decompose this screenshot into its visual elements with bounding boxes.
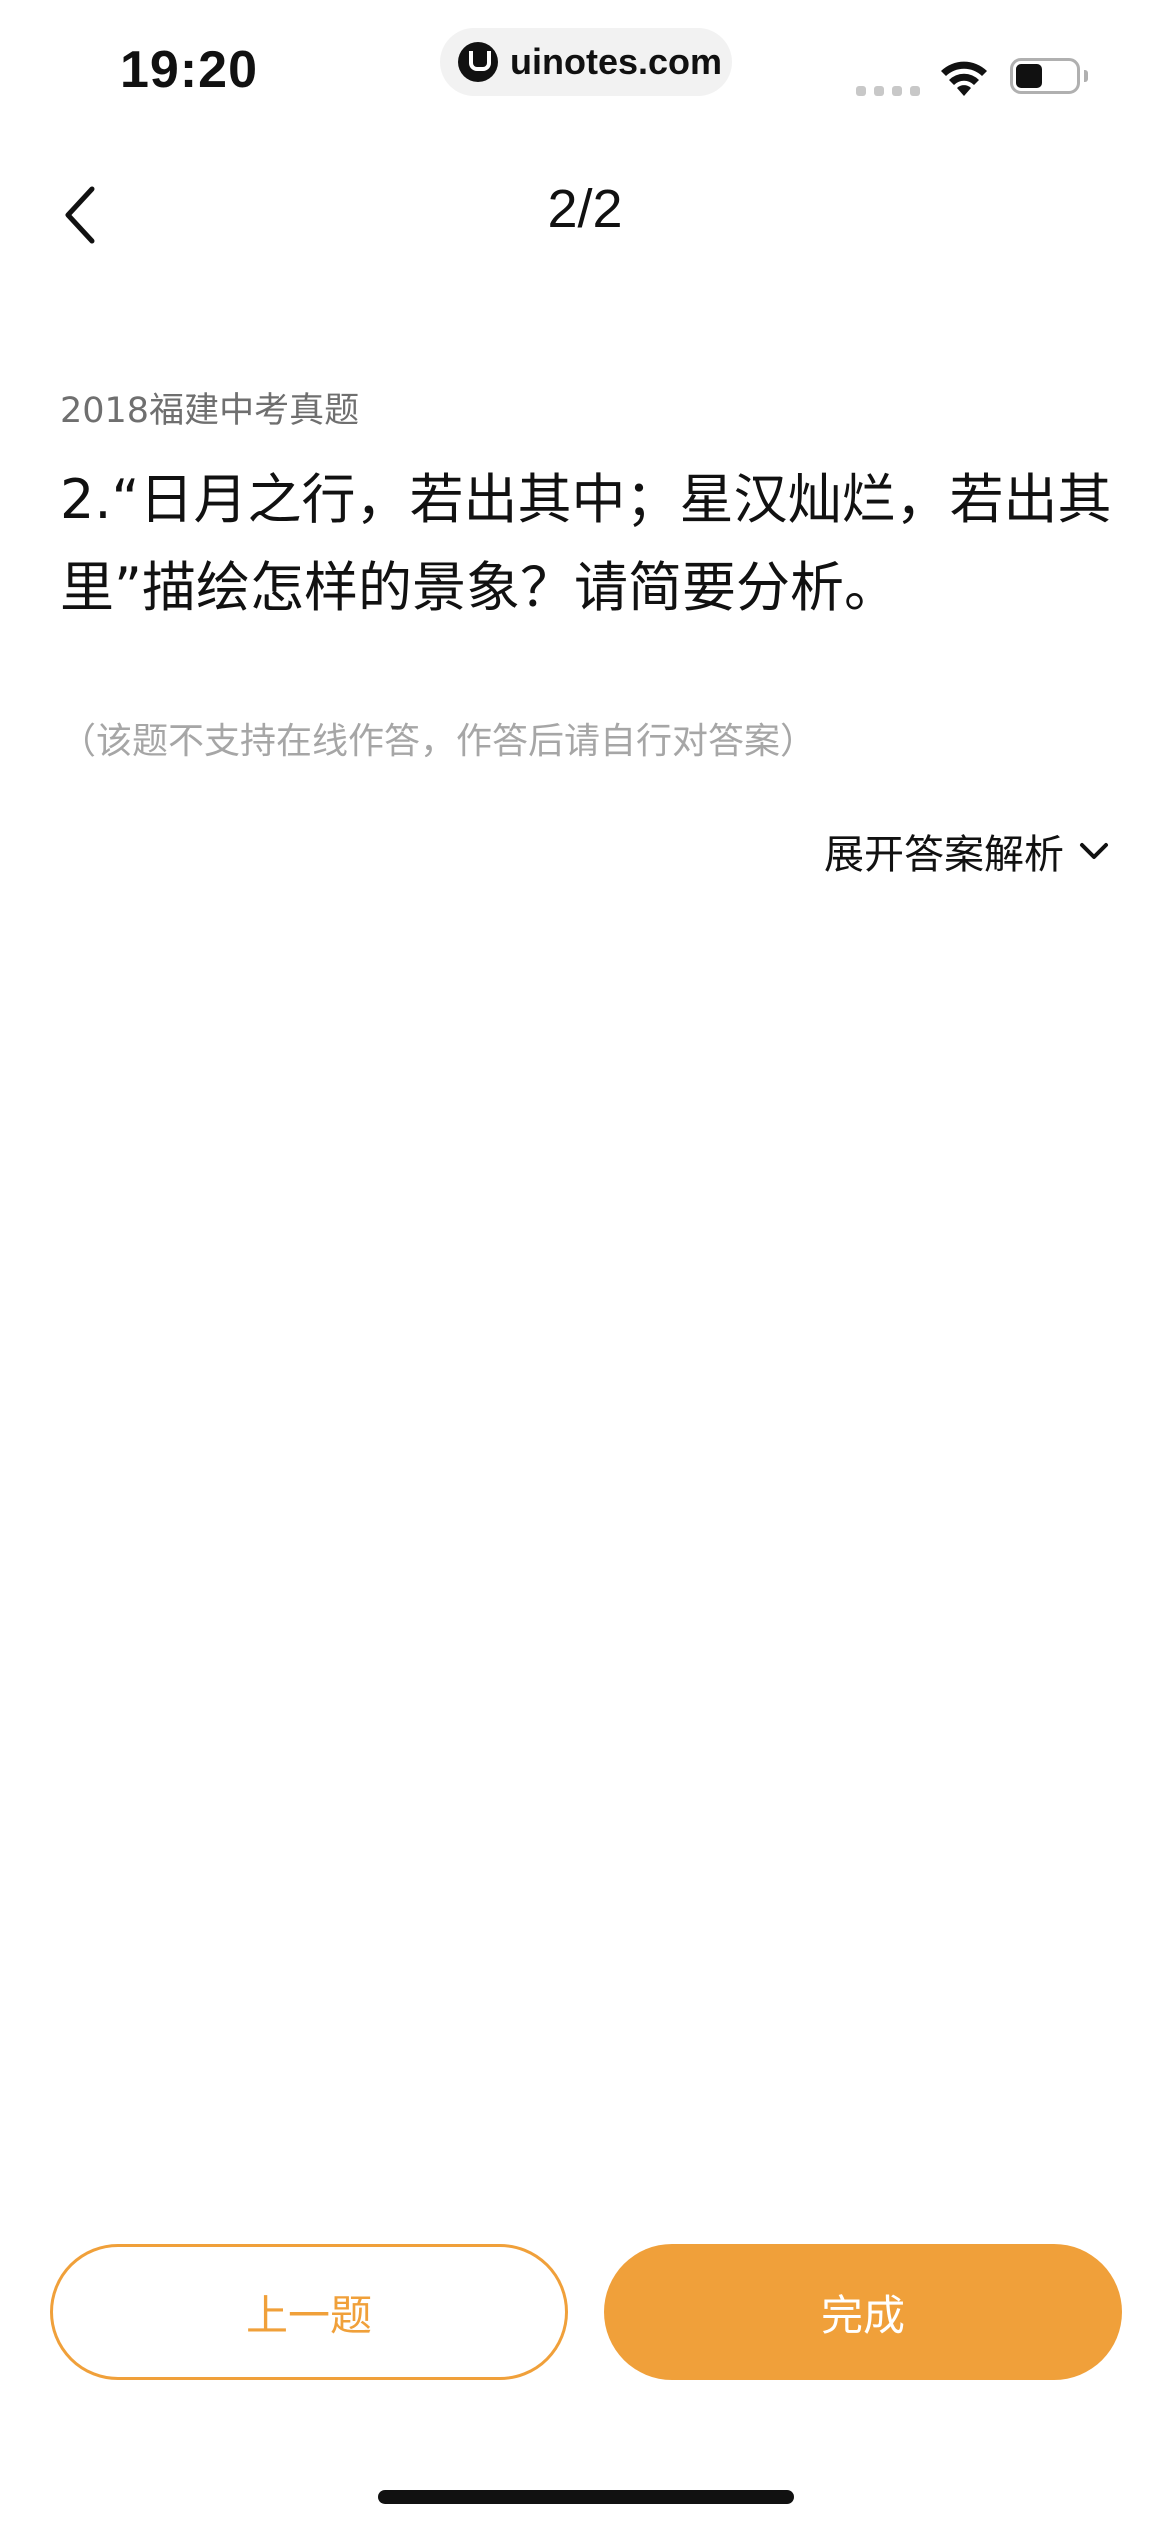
done-button[interactable]: 完成 bbox=[604, 2244, 1122, 2380]
previous-question-button[interactable]: 上一题 bbox=[50, 2244, 568, 2380]
cellular-signal-icon bbox=[856, 86, 920, 96]
url-text: uinotes.com bbox=[510, 41, 723, 82]
battery-icon bbox=[1010, 58, 1090, 98]
page-title: 2/2 bbox=[547, 179, 623, 239]
done-label: 完成 bbox=[820, 2290, 905, 2340]
site-logo-icon bbox=[458, 42, 498, 82]
chevron-down-icon bbox=[1080, 843, 1108, 859]
wifi-icon bbox=[941, 61, 987, 96]
expand-answer-button[interactable]: 展开答案解析 bbox=[824, 822, 1112, 880]
question-text: 2.“日月之行，若出其中；星汉灿烂，若出其里”描绘怎样的景象？请简要分析。 bbox=[60, 468, 1112, 619]
previous-question-label: 上一题 bbox=[245, 2290, 372, 2340]
expand-answer-label: 展开答案解析 bbox=[824, 832, 1064, 878]
home-indicator[interactable] bbox=[378, 2490, 794, 2504]
status-time: 19:20 bbox=[120, 41, 258, 99]
status-bar: 19:20 uinotes.com bbox=[0, 0, 1170, 140]
question-source: 2018福建中考真题 bbox=[60, 391, 360, 431]
url-pill[interactable]: uinotes.com bbox=[440, 28, 732, 96]
answer-hint: （该题不支持在线作答，作答后请自行对答案） bbox=[60, 721, 817, 762]
